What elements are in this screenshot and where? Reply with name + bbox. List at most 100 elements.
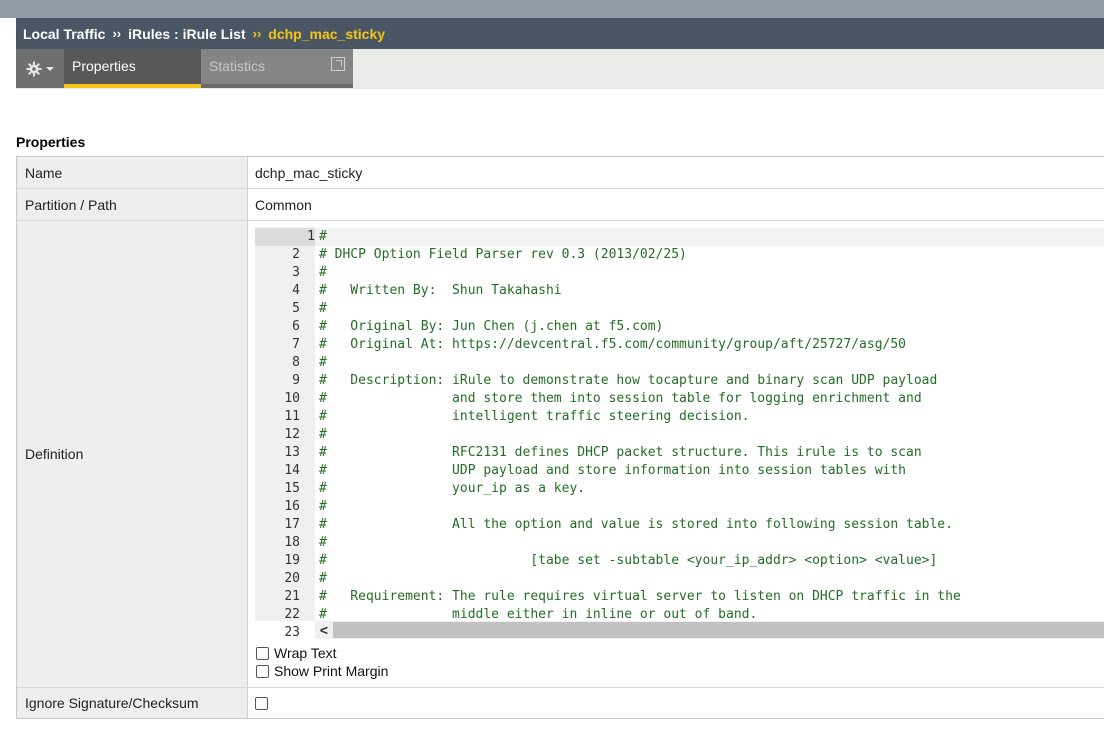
line-number: 12 bbox=[255, 426, 300, 444]
line-number: 9 bbox=[255, 372, 300, 390]
breadcrumb-separator: ›› bbox=[252, 26, 262, 41]
line-number: 20 bbox=[255, 570, 300, 588]
line-number-text: 3 bbox=[292, 265, 300, 280]
line-number: 23 bbox=[255, 624, 300, 639]
line-number: 11 bbox=[255, 408, 300, 426]
line-number: 8 bbox=[255, 354, 300, 372]
code-line: # UDP payload and store information into… bbox=[319, 463, 906, 478]
wrap-text-checkbox[interactable] bbox=[256, 646, 269, 660]
code-line: # bbox=[319, 301, 327, 316]
line-number-text: 15 bbox=[284, 481, 300, 496]
show-print-margin-checkbox[interactable] bbox=[256, 664, 269, 678]
line-number: 14 bbox=[255, 462, 300, 480]
line-number: 3 bbox=[255, 264, 300, 282]
line-number-text: 19 bbox=[284, 553, 300, 568]
code-line: # RFC2131 defines DHCP packet structure.… bbox=[319, 445, 922, 460]
gear-icon bbox=[26, 61, 42, 76]
line-number: 4 bbox=[255, 282, 300, 300]
line-number: 17 bbox=[255, 516, 300, 534]
line-number-text: 7 bbox=[292, 337, 300, 352]
code-line: # Original At: https://devcentral.f5.com… bbox=[319, 337, 906, 352]
line-number: 10 bbox=[255, 390, 300, 408]
line-number: 6 bbox=[255, 318, 300, 336]
table-row: Name dchp_mac_sticky bbox=[17, 157, 1104, 189]
section-title: Properties bbox=[16, 134, 86, 150]
code-line: # Original By: Jun Chen (j.chen at f5.co… bbox=[319, 319, 664, 334]
tab-properties[interactable]: Properties bbox=[64, 49, 201, 88]
ignore-signature-label: Ignore Signature/Checksum bbox=[17, 688, 248, 718]
tab-statistics-label: Statistics bbox=[209, 58, 266, 74]
code-line: # bbox=[315, 228, 1104, 246]
line-number: 16 bbox=[255, 498, 300, 516]
line-number: 22 bbox=[255, 606, 300, 624]
line-number-text: 11 bbox=[284, 409, 300, 424]
breadcrumb-current: dchp_mac_sticky bbox=[268, 25, 386, 42]
code-line: # Written By: Shun Takahashi bbox=[319, 283, 562, 298]
code-line: # All the option and value is stored int… bbox=[319, 517, 953, 532]
line-number: 7 bbox=[255, 336, 300, 354]
ignore-signature-cell bbox=[249, 688, 1104, 718]
line-number-text: 21 bbox=[284, 589, 300, 604]
line-number: 15 bbox=[255, 480, 300, 498]
line-number: 2 bbox=[255, 246, 300, 264]
code-line: # your_ip as a key. bbox=[319, 481, 586, 496]
line-number-text: 5 bbox=[292, 301, 300, 316]
scrollbar-thumb[interactable] bbox=[333, 622, 1104, 638]
code-area[interactable]: # # DHCP Option Field Parser rev 0.3 (201… bbox=[315, 227, 1104, 621]
code-line: # Requirement: The rule requires virtual… bbox=[319, 589, 961, 604]
line-number-text: 8 bbox=[292, 355, 300, 370]
partition-label: Partition / Path bbox=[17, 189, 248, 220]
line-number-text: 4 bbox=[292, 283, 300, 298]
table-row: Partition / Path Common bbox=[17, 189, 1104, 221]
gear-menu-button[interactable] bbox=[16, 49, 65, 88]
breadcrumb-local-traffic[interactable]: Local Traffic bbox=[23, 26, 105, 42]
wrap-text-option[interactable]: Wrap Text bbox=[256, 644, 337, 662]
line-number: 1 bbox=[255, 228, 315, 246]
line-number-text: 17 bbox=[284, 517, 300, 532]
horizontal-scrollbar[interactable]: < bbox=[315, 621, 1104, 639]
code-editor[interactable]: 1 2 3 4 5 6 7 8 9 10 11 12 13 14 15 16 17 18 19 20 21 22 23 # #… bbox=[255, 227, 1104, 639]
code-line: # bbox=[319, 499, 327, 514]
ignore-signature-checkbox[interactable] bbox=[255, 696, 268, 710]
top-strip bbox=[0, 0, 1104, 18]
line-number-text: 18 bbox=[284, 535, 300, 550]
line-number: 19 bbox=[255, 552, 300, 570]
line-number-text: 9 bbox=[292, 373, 300, 388]
code-line: # bbox=[319, 355, 327, 370]
partition-value: Common bbox=[255, 196, 312, 213]
code-line: # bbox=[319, 265, 327, 280]
line-number-text: 22 bbox=[284, 607, 300, 622]
code-line: # [tabe set -subtable <your_ip_addr> <op… bbox=[319, 553, 938, 568]
line-number: 13 bbox=[255, 444, 300, 462]
name-label: Name bbox=[17, 157, 248, 188]
table-row: Ignore Signature/Checksum bbox=[17, 688, 1104, 718]
code-line: # middle either in inline or out of band… bbox=[319, 607, 758, 621]
breadcrumb-irule-list[interactable]: iRules : iRule List bbox=[128, 26, 245, 42]
name-value: dchp_mac_sticky bbox=[255, 164, 363, 181]
chevron-down-icon bbox=[46, 66, 54, 71]
popout-icon[interactable] bbox=[331, 57, 345, 71]
code-line: # and store them into session table for … bbox=[319, 391, 922, 406]
scroll-left-icon[interactable]: < bbox=[315, 621, 333, 639]
line-number-text: 16 bbox=[284, 499, 300, 514]
tab-statistics[interactable]: Statistics bbox=[201, 49, 353, 88]
breadcrumb: Local Traffic ›› iRules : iRule List ›› … bbox=[16, 18, 1104, 49]
line-number-text: 10 bbox=[284, 391, 300, 406]
breadcrumb-separator: ›› bbox=[112, 26, 122, 41]
line-number-text: 12 bbox=[284, 427, 300, 442]
properties-table: Name dchp_mac_sticky Partition / Path Co… bbox=[16, 156, 1104, 719]
line-number-text: 1 bbox=[307, 229, 315, 244]
line-number: 5 bbox=[255, 300, 300, 318]
show-print-margin-option[interactable]: Show Print Margin bbox=[256, 662, 388, 680]
line-number-text: 23 bbox=[284, 625, 300, 639]
definition-label: Definition bbox=[17, 221, 248, 687]
wrap-text-label: Wrap Text bbox=[274, 645, 337, 661]
show-print-margin-label: Show Print Margin bbox=[274, 663, 389, 679]
line-number-text: 6 bbox=[292, 319, 300, 334]
line-number-text: 20 bbox=[284, 571, 300, 586]
code-line: # DHCP Option Field Parser rev 0.3 (2013… bbox=[319, 247, 687, 262]
line-number-gutter: 1 2 3 4 5 6 7 8 9 10 11 12 13 14 15 16 17 18 19 20 21 22 23 bbox=[255, 227, 315, 639]
code-line: # bbox=[319, 535, 327, 550]
line-number: 21 bbox=[255, 588, 300, 606]
code-line: # Description: iRule to demonstrate how … bbox=[319, 373, 938, 388]
